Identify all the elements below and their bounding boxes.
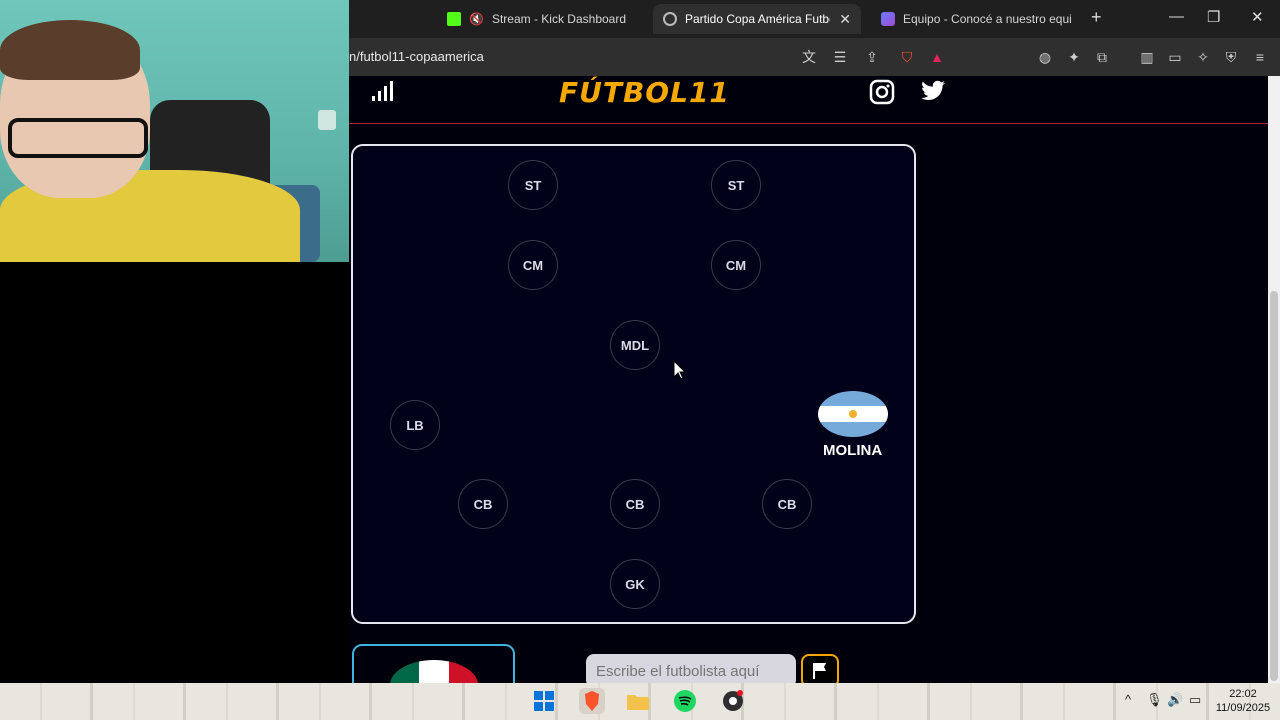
muted-speaker-icon[interactable]: 🔇: [469, 12, 484, 26]
sidebar-icon[interactable]: ▥: [1138, 48, 1156, 66]
tab-kick-dashboard[interactable]: 🔇 Stream - Kick Dashboard: [437, 4, 643, 34]
position-slot-cb-left[interactable]: CB: [458, 479, 508, 529]
menu-icon[interactable]: ≡: [1251, 48, 1269, 66]
reader-mode-icon[interactable]: ☰: [831, 48, 849, 66]
clock-time: 22:02: [1229, 688, 1257, 700]
position-slot-mdl[interactable]: MDL: [610, 320, 660, 370]
mexico-flag-icon: [390, 660, 478, 683]
position-slot-st-left[interactable]: ST: [508, 160, 558, 210]
microphone-icon[interactable]: 🎙: [1146, 692, 1163, 708]
obs-studio-icon[interactable]: [720, 688, 746, 714]
maximize-icon[interactable]: ❐: [1207, 8, 1220, 26]
brave-browser-icon[interactable]: [579, 688, 605, 714]
team-card[interactable]: [352, 644, 515, 683]
translate-icon[interactable]: 文: [800, 48, 818, 66]
formation-pitch: ST ST CM CM MDL LB CB CB CB GK MOLINA: [351, 144, 916, 624]
web-page: FÚTBOL11 ST ST CM CM MDL LB CB CB CB GK …: [349, 76, 1268, 683]
spotify-icon[interactable]: [672, 688, 698, 714]
close-tab-icon[interactable]: ✕: [839, 11, 851, 28]
tab-equipo[interactable]: Equipo - Conocé a nuestro equipo: [871, 4, 1081, 34]
wallet-icon[interactable]: ▭: [1166, 48, 1184, 66]
screenshot-icon[interactable]: ⧉: [1093, 48, 1111, 66]
webcam-overlay: [0, 0, 349, 262]
tab-strip: 🔇 Stream - Kick Dashboard Partido Copa A…: [349, 0, 1280, 38]
brave-rewards-icon[interactable]: ▲: [928, 48, 946, 66]
player-name: MOLINA: [823, 442, 883, 459]
taskbar: ^ 🎙 🔊 ▭ 22:02 11/09/2025: [0, 683, 1280, 720]
vpn-icon[interactable]: ◍: [1036, 48, 1054, 66]
screen: 🔇 Stream - Kick Dashboard Partido Copa A…: [0, 0, 1280, 720]
globe-icon: [663, 12, 677, 26]
player-search-input[interactable]: [586, 654, 796, 683]
position-slot-gk[interactable]: GK: [610, 559, 660, 609]
position-slot-st-right[interactable]: ST: [711, 160, 761, 210]
argentina-flag-icon[interactable]: [818, 391, 888, 437]
close-window-icon[interactable]: ✕: [1251, 8, 1264, 26]
instagram-icon[interactable]: [869, 79, 895, 105]
stats-icon[interactable]: [371, 80, 395, 102]
vpn-shield-icon[interactable]: ⛨: [1222, 48, 1240, 66]
address-bar: n/futbol11-copaamerica 文 ☰ ⇪ ⛉ ▲ ◍ ✦ ⧉ ▥…: [349, 38, 1280, 76]
windows-start-icon[interactable]: [531, 688, 557, 714]
extensions-icon[interactable]: ✦: [1065, 48, 1083, 66]
tray-overflow-icon[interactable]: ^: [1125, 692, 1131, 707]
page-scrollbar[interactable]: [1268, 76, 1280, 683]
surrender-button[interactable]: [801, 654, 839, 683]
position-slot-cm-right[interactable]: CM: [711, 240, 761, 290]
position-slot-cm-left[interactable]: CM: [508, 240, 558, 290]
webcam-person-glasses: [8, 118, 148, 158]
minimize-icon[interactable]: —: [1169, 8, 1184, 25]
site-logo[interactable]: FÚTBOL11: [559, 76, 730, 109]
flag-icon: [813, 663, 826, 679]
webcam-wall-light: [318, 110, 336, 130]
tab-partido-copa-america[interactable]: Partido Copa América Futbol11 ✕: [653, 4, 861, 34]
kick-icon: [447, 12, 461, 26]
tab-label: Stream - Kick Dashboard: [491, 12, 627, 26]
file-explorer-icon[interactable]: [625, 688, 651, 714]
brave-shields-icon[interactable]: ⛉: [898, 48, 916, 66]
browser-window: 🔇 Stream - Kick Dashboard Partido Copa A…: [349, 0, 1280, 683]
position-slot-lb[interactable]: LB: [390, 400, 440, 450]
display-icon[interactable]: ▭: [1189, 692, 1201, 708]
url-field[interactable]: n/futbol11-copaamerica: [349, 49, 484, 64]
clock-date: 11/09/2025: [1215, 702, 1271, 714]
new-tab-button[interactable]: +: [1091, 7, 1102, 28]
position-slot-cb-right[interactable]: CB: [762, 479, 812, 529]
mouse-cursor-icon: [673, 360, 687, 380]
share-icon[interactable]: ⇪: [863, 48, 881, 66]
twitter-icon[interactable]: [921, 79, 947, 103]
leo-ai-icon[interactable]: ✧: [1194, 48, 1212, 66]
system-clock[interactable]: 22:02 11/09/2025: [1208, 687, 1278, 715]
site-header: FÚTBOL11: [349, 76, 1268, 124]
feather-icon: [881, 12, 895, 26]
scrollbar-thumb[interactable]: [1270, 291, 1278, 681]
tab-label: Partido Copa América Futbol11: [685, 12, 830, 26]
webcam-person-hair: [0, 20, 140, 80]
volume-icon[interactable]: 🔊: [1167, 692, 1183, 708]
tab-label: Equipo - Conocé a nuestro equipo: [903, 12, 1071, 26]
position-slot-cb-center[interactable]: CB: [610, 479, 660, 529]
